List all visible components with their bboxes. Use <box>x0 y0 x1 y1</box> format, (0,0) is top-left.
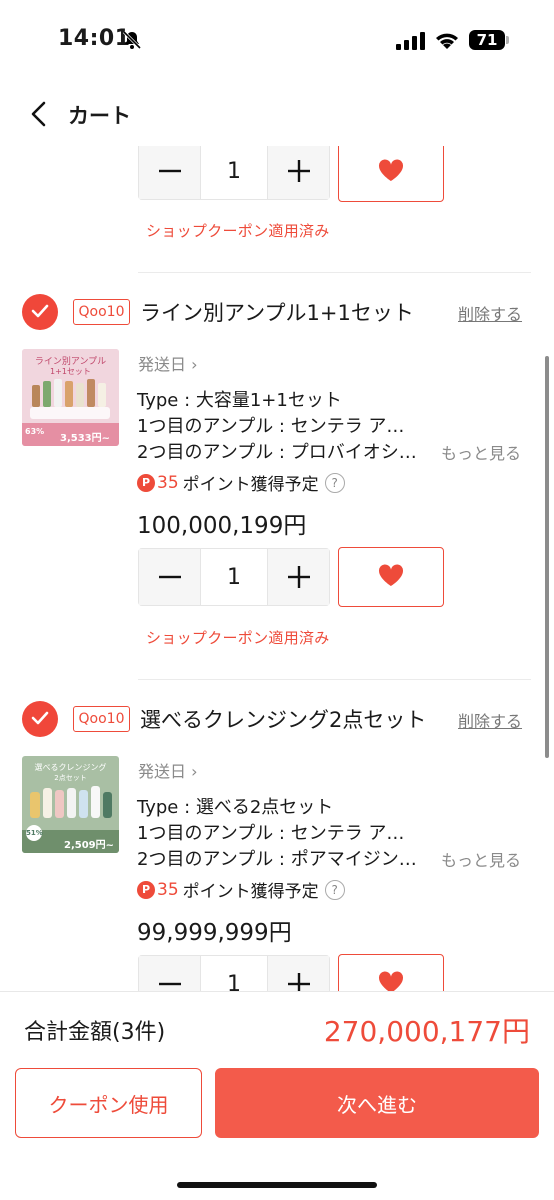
shipping-date-link[interactable]: 発送日 › <box>138 351 198 375</box>
thumbnail-subtitle: 1+1セット <box>50 367 91 376</box>
product-thumbnail[interactable]: ライン別アンプル 1+1セット 63% 3,533円~ <box>22 349 119 446</box>
status-time: 14:01 <box>58 26 131 51</box>
item-checkbox[interactable] <box>22 294 58 330</box>
quantity-stepper: 1 <box>138 146 330 200</box>
favorite-button[interactable] <box>338 146 444 202</box>
quantity-value[interactable]: 1 <box>200 549 268 605</box>
points-label: ポイント獲得予定 <box>182 475 319 495</box>
battery-indicator: 71 <box>469 30 505 50</box>
heart-icon <box>378 563 404 591</box>
option-line: Type : 選べる2点セット <box>137 797 334 818</box>
shipping-date-label: 発送日 <box>138 762 187 781</box>
shipping-date-link[interactable]: 発送日 › <box>138 758 198 782</box>
help-icon[interactable]: ? <box>324 472 345 493</box>
points-label: ポイント獲得予定 <box>182 882 319 902</box>
chevron-right-icon: › <box>191 355 198 374</box>
points-icon: P <box>137 880 155 899</box>
see-more-link[interactable]: もっと見る <box>441 440 521 464</box>
status-bar: 14:01 71 <box>0 0 554 80</box>
divider <box>138 272 531 273</box>
use-coupon-button[interactable]: クーポン使用 <box>15 1068 202 1138</box>
page-title: カート <box>68 104 131 128</box>
item-checkbox[interactable] <box>22 701 58 737</box>
points-info: P 35 ポイント獲得予定 ? <box>137 877 345 902</box>
heart-icon <box>378 971 404 991</box>
back-chevron-icon[interactable] <box>28 100 52 128</box>
delete-link[interactable]: 削除する <box>458 301 522 325</box>
checkmark-icon <box>31 710 49 729</box>
thumbnail-headline: 選べるクレンジング <box>34 763 107 772</box>
points-value: 35 <box>157 472 179 493</box>
shop-badge: Qoo10 <box>73 299 130 325</box>
product-thumbnail[interactable]: 選べるクレンジング 2点セット 51% 2,509円~ <box>22 756 119 853</box>
shop-coupon-note: ショップクーポン適用済み <box>146 222 330 240</box>
nav-bar: カート <box>0 80 554 146</box>
battery-cap <box>506 36 509 44</box>
item-price: 99,999,999円 <box>137 920 292 946</box>
cart-list[interactable]: 1 ショップクーポン適用済み Qoo10 ライン別アンプル1+1セット 削除する… <box>0 146 554 991</box>
quantity-value[interactable]: 1 <box>200 146 268 199</box>
home-indicator <box>177 1182 377 1188</box>
divider <box>138 679 531 680</box>
total-label: 合計金額(3件) <box>24 1020 166 1045</box>
cellular-signal-icon <box>396 32 426 54</box>
wifi-icon <box>433 30 461 54</box>
bell-slash-icon <box>122 30 142 54</box>
points-info: P 35 ポイント獲得予定 ? <box>137 470 345 495</box>
decrease-button[interactable] <box>139 956 200 991</box>
quantity-value[interactable]: 1 <box>200 956 268 991</box>
scrollbar[interactable] <box>545 356 549 758</box>
favorite-button[interactable] <box>338 954 444 991</box>
option-line: 1つ目のアンプル : センテラ ア… <box>137 823 405 844</box>
shop-badge: Qoo10 <box>73 706 130 732</box>
points-icon: P <box>137 473 155 492</box>
increase-button[interactable] <box>268 956 329 991</box>
item-title[interactable]: 選べるクレンジング2点セット <box>140 704 426 734</box>
option-line: 2つ目のアンプル : プロバイオシ… <box>137 442 417 463</box>
chevron-right-icon: › <box>191 762 198 781</box>
thumbnail-subtitle: 2点セット <box>54 774 87 782</box>
thumbnail-discount: 63% <box>25 427 45 436</box>
option-line: 1つ目のアンプル : センテラ ア… <box>137 416 405 437</box>
shipping-date-label: 発送日 <box>138 355 187 374</box>
favorite-button[interactable] <box>338 547 444 607</box>
option-line: Type : 大容量1+1セット <box>137 390 342 411</box>
help-icon[interactable]: ? <box>324 879 345 900</box>
item-title[interactable]: ライン別アンプル1+1セット <box>140 297 414 327</box>
increase-button[interactable] <box>268 549 329 605</box>
decrease-button[interactable] <box>139 549 200 605</box>
thumbnail-price: 3,533円~ <box>60 433 111 444</box>
option-line: 2つ目のアンプル : ポアマイジン… <box>137 849 417 870</box>
decrease-button[interactable] <box>139 146 200 199</box>
delete-link[interactable]: 削除する <box>458 708 522 732</box>
points-value: 35 <box>157 879 179 900</box>
quantity-stepper: 1 <box>138 548 330 606</box>
shop-coupon-note: ショップクーポン適用済み <box>146 629 330 647</box>
checkout-bar: 合計金額(3件) 270,000,177円 クーポン使用 次へ進む <box>0 991 554 1200</box>
proceed-button[interactable]: 次へ進む <box>215 1068 539 1138</box>
thumbnail-price: 2,509円~ <box>64 840 115 851</box>
quantity-stepper: 1 <box>138 955 330 991</box>
thumbnail-discount: 51% <box>26 829 43 837</box>
see-more-link[interactable]: もっと見る <box>441 847 521 871</box>
total-value: 270,000,177円 <box>323 1015 530 1048</box>
heart-icon <box>378 158 404 186</box>
item-price: 100,000,199円 <box>137 513 307 539</box>
increase-button[interactable] <box>268 146 329 199</box>
checkmark-icon <box>31 303 49 322</box>
